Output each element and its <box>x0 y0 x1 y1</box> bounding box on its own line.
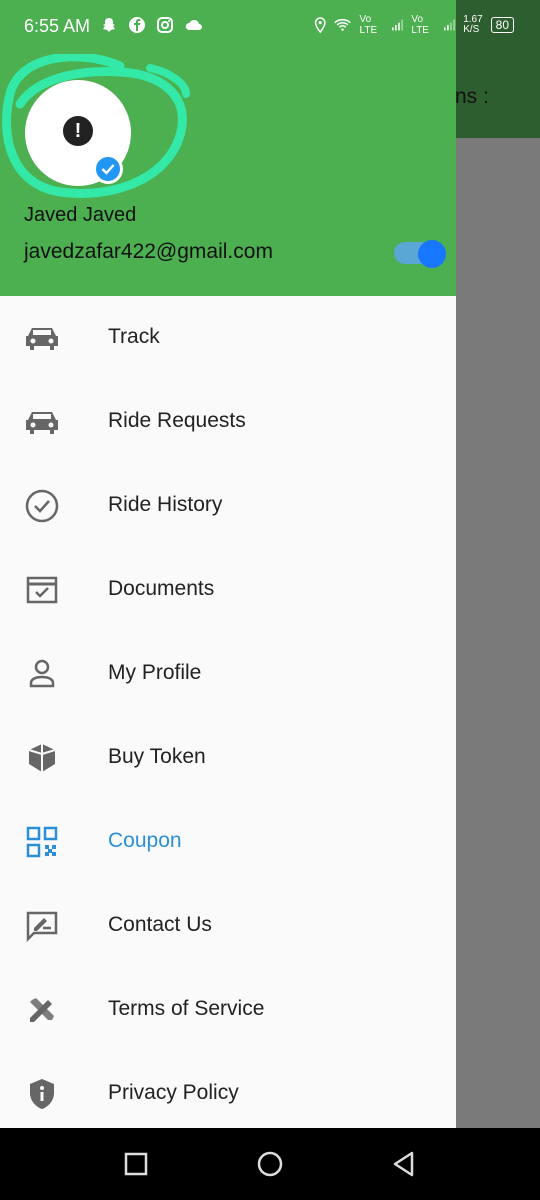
menu-item-documents[interactable]: Documents <box>0 548 456 632</box>
menu-label-documents: Documents <box>108 577 215 600</box>
menu-item-my-profile[interactable]: My Profile <box>0 632 456 716</box>
menu-item-ride-requests[interactable]: Ride Requests <box>0 380 456 464</box>
navigation-drawer: ! Javed Javed javedzafar422@gmail.com Tr… <box>0 54 456 1128</box>
network-label-1: Vo LTE <box>359 14 378 36</box>
home-icon[interactable] <box>256 1150 284 1178</box>
network-speed-unit: K/S <box>463 24 480 35</box>
snapchat-icon <box>103 18 115 32</box>
tools-icon <box>22 990 62 1030</box>
menu-item-coupon[interactable]: Coupon <box>0 800 456 884</box>
check-circle-icon <box>22 486 62 526</box>
signal-icon <box>444 19 456 31</box>
menu-item-contact-us[interactable]: Contact Us <box>0 884 456 968</box>
feedback-icon <box>22 906 62 946</box>
menu-label-contact-us: Contact Us <box>108 913 212 936</box>
menu-label-buy-token: Buy Token <box>108 745 206 768</box>
car-icon <box>22 402 62 442</box>
instagram-icon <box>157 17 173 33</box>
menu-label-terms-of-service: Terms of Service <box>108 997 265 1020</box>
menu-label-privacy-policy: Privacy Policy <box>108 1081 239 1104</box>
facebook-icon <box>129 17 145 33</box>
wifi-icon <box>334 18 352 31</box>
user-name: Javed Javed <box>24 204 137 226</box>
background-title: ns : <box>455 85 489 108</box>
system-navigation-bar <box>0 1128 540 1200</box>
recents-icon[interactable] <box>122 1150 150 1178</box>
location-icon <box>314 17 326 34</box>
menu-item-privacy-policy[interactable]: Privacy Policy <box>0 1052 456 1136</box>
shield-info-icon <box>22 1074 62 1114</box>
menu-item-terms-of-service[interactable]: Terms of Service <box>0 968 456 1052</box>
drawer-header: ! Javed Javed javedzafar422@gmail.com <box>0 54 456 296</box>
person-icon <box>22 654 62 694</box>
back-icon[interactable] <box>390 1150 418 1178</box>
menu-label-ride-history: Ride History <box>108 493 223 516</box>
battery-indicator: 80 <box>490 17 515 33</box>
signal-icon <box>392 19 404 31</box>
drawer-menu: Track Ride Requests Ride History Documen… <box>0 296 456 1136</box>
status-bar: 6:55 AM Vo LTE Vo LTE 1.67 K/S 80 <box>0 0 515 54</box>
battery-level: 80 <box>495 18 510 32</box>
menu-label-track: Track <box>108 325 160 348</box>
network-label-2: Vo LTE <box>411 14 429 36</box>
menu-label-ride-requests: Ride Requests <box>108 409 246 432</box>
highlight-scribble <box>2 54 190 198</box>
document-check-icon <box>22 570 62 610</box>
menu-item-track[interactable]: Track <box>0 296 456 380</box>
status-time: 6:55 AM <box>24 16 91 36</box>
menu-label-coupon: Coupon <box>108 829 182 852</box>
menu-item-ride-history[interactable]: Ride History <box>0 464 456 548</box>
qr-code-icon <box>22 822 62 862</box>
car-icon <box>22 318 62 358</box>
cloud-icon <box>185 19 202 30</box>
user-email: javedzafar422@gmail.com <box>24 240 273 263</box>
box-icon <box>22 738 62 778</box>
online-toggle[interactable] <box>418 240 446 268</box>
menu-item-buy-token[interactable]: Buy Token <box>0 716 456 800</box>
menu-label-my-profile: My Profile <box>108 661 202 684</box>
